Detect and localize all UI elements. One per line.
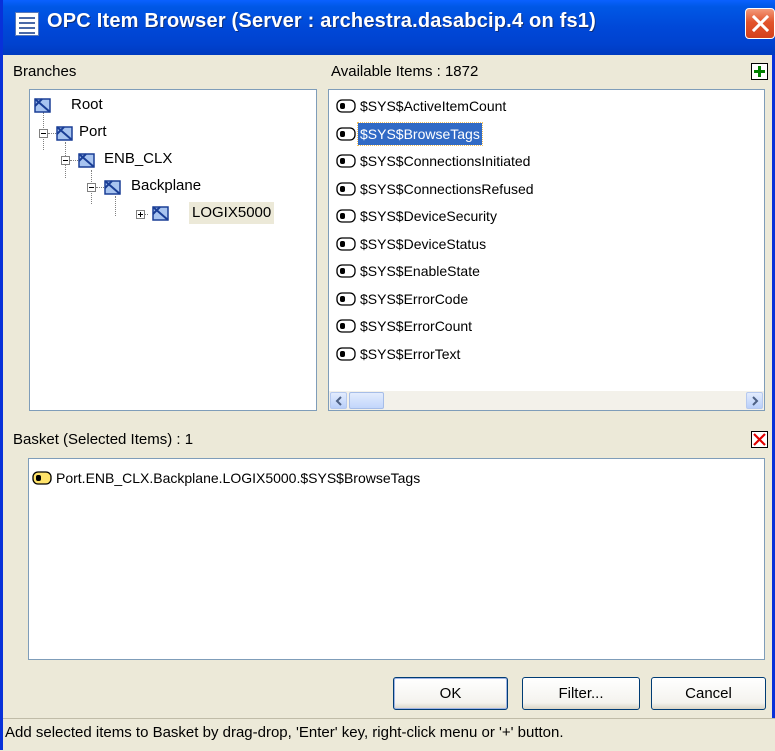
available-item-label: $SYS$ConnectionsRefused <box>360 180 534 197</box>
available-item-label: $SYS$DeviceStatus <box>360 235 487 252</box>
window-title: OPC Item Browser (Server : archestra.das… <box>47 10 596 32</box>
available-item[interactable]: $SYS$ErrorCode <box>335 287 635 313</box>
basket-item[interactable]: Port.ENB_CLX.Backplane.LOGIX5000.$SYS$Br… <box>31 466 751 492</box>
available-item[interactable]: $SYS$ActiveItemCount <box>335 94 635 120</box>
tag-item-icon <box>336 264 356 278</box>
status-text: Add selected items to Basket by drag-dro… <box>5 724 564 741</box>
available-item[interactable]: $SYS$ConnectionsRefused <box>335 177 635 203</box>
tag-item-icon <box>336 236 356 251</box>
available-item[interactable]: $SYS$ErrorCount <box>335 314 635 340</box>
tag-item-icon <box>336 126 356 141</box>
tag-item-icon <box>336 319 356 333</box>
opc-item-browser-window: OPC Item Browser (Server : archestra.das… <box>0 0 775 751</box>
status-bar: Add selected items to Basket by drag-dro… <box>3 718 775 751</box>
branch-node-icon <box>152 206 169 221</box>
ok-button[interactable]: OK <box>393 677 508 710</box>
tree-node-logix5000[interactable]: LOGIX5000 <box>189 202 275 224</box>
cancel-button[interactable]: Cancel <box>651 677 766 710</box>
scroll-left-button[interactable] <box>330 392 347 409</box>
remove-from-basket-button[interactable] <box>751 431 768 448</box>
add-to-basket-button[interactable] <box>751 63 768 80</box>
available-item[interactable]: $SYS$ErrorText <box>335 342 635 368</box>
collapse-toggle[interactable] <box>61 156 70 165</box>
available-item[interactable]: $SYS$BrowseTags <box>335 121 635 148</box>
branches-label: Branches <box>13 63 77 80</box>
title-bar[interactable]: OPC Item Browser (Server : archestra.das… <box>3 0 775 55</box>
tag-item-icon <box>336 209 356 223</box>
scroll-right-button[interactable] <box>746 392 763 409</box>
available-items-label: Available Items : 1872 <box>331 63 479 80</box>
available-item-label: $SYS$ActiveItemCount <box>360 98 507 114</box>
basket-list[interactable]: Port.ENB_CLX.Backplane.LOGIX5000.$SYS$Br… <box>28 458 765 660</box>
available-item-label: $SYS$DeviceSecurity <box>360 208 497 224</box>
tree-node-enb-clx[interactable]: ENB_CLX <box>101 148 175 170</box>
available-item[interactable]: $SYS$ConnectionsInitiated <box>335 149 635 175</box>
tree-node-root[interactable]: Root <box>68 94 106 116</box>
basket-item-label: Port.ENB_CLX.Backplane.LOGIX5000.$SYS$Br… <box>56 470 421 486</box>
filter-button[interactable]: Filter... <box>522 677 640 710</box>
branch-node-icon <box>78 153 95 168</box>
tree-node-port[interactable]: Port <box>76 121 110 143</box>
branches-tree[interactable]: Root Port ENB_CLX Backplane LOGIX5000 <box>29 89 317 411</box>
available-items-list[interactable]: $SYS$ActiveItemCount $SYS$BrowseTags $SYS$… <box>328 89 765 411</box>
arrow-right-icon <box>752 396 759 406</box>
close-icon <box>752 15 769 32</box>
branch-node-icon <box>34 98 51 113</box>
tag-item-icon <box>32 471 52 485</box>
tag-item-icon <box>336 291 356 306</box>
branch-node-icon <box>56 126 73 141</box>
available-item[interactable]: $SYS$DeviceStatus <box>335 232 635 258</box>
available-item[interactable]: $SYS$EnableState <box>335 259 635 285</box>
plus-icon <box>754 66 765 77</box>
arrow-left-icon <box>335 396 342 406</box>
available-item-label: $SYS$ConnectionsInitiated <box>360 153 531 169</box>
tag-item-icon <box>336 346 356 361</box>
available-item-label: $SYS$BrowseTags <box>357 121 483 146</box>
available-item[interactable]: $SYS$DeviceSecurity <box>335 204 635 230</box>
tag-item-icon <box>336 181 356 196</box>
tree-node-backplane[interactable]: Backplane <box>128 175 204 197</box>
basket-label: Basket (Selected Items) : 1 <box>13 431 194 448</box>
expand-toggle[interactable] <box>136 210 145 219</box>
scroll-thumb[interactable] <box>349 392 384 409</box>
available-item-label: $SYS$EnableState <box>360 263 480 279</box>
available-item-label: $SYS$ErrorCount <box>360 318 473 334</box>
horizontal-scrollbar[interactable] <box>329 391 764 410</box>
tag-item-icon <box>336 99 356 113</box>
collapse-toggle[interactable] <box>87 183 96 192</box>
close-button[interactable] <box>745 8 775 39</box>
delete-x-icon <box>753 433 766 446</box>
collapse-toggle[interactable] <box>39 129 48 138</box>
available-item-label: $SYS$ErrorCode <box>360 290 469 307</box>
tag-item-icon <box>336 154 356 168</box>
window-app-icon <box>15 12 39 36</box>
branch-node-icon <box>104 180 121 195</box>
available-item-label: $SYS$ErrorText <box>360 345 461 362</box>
